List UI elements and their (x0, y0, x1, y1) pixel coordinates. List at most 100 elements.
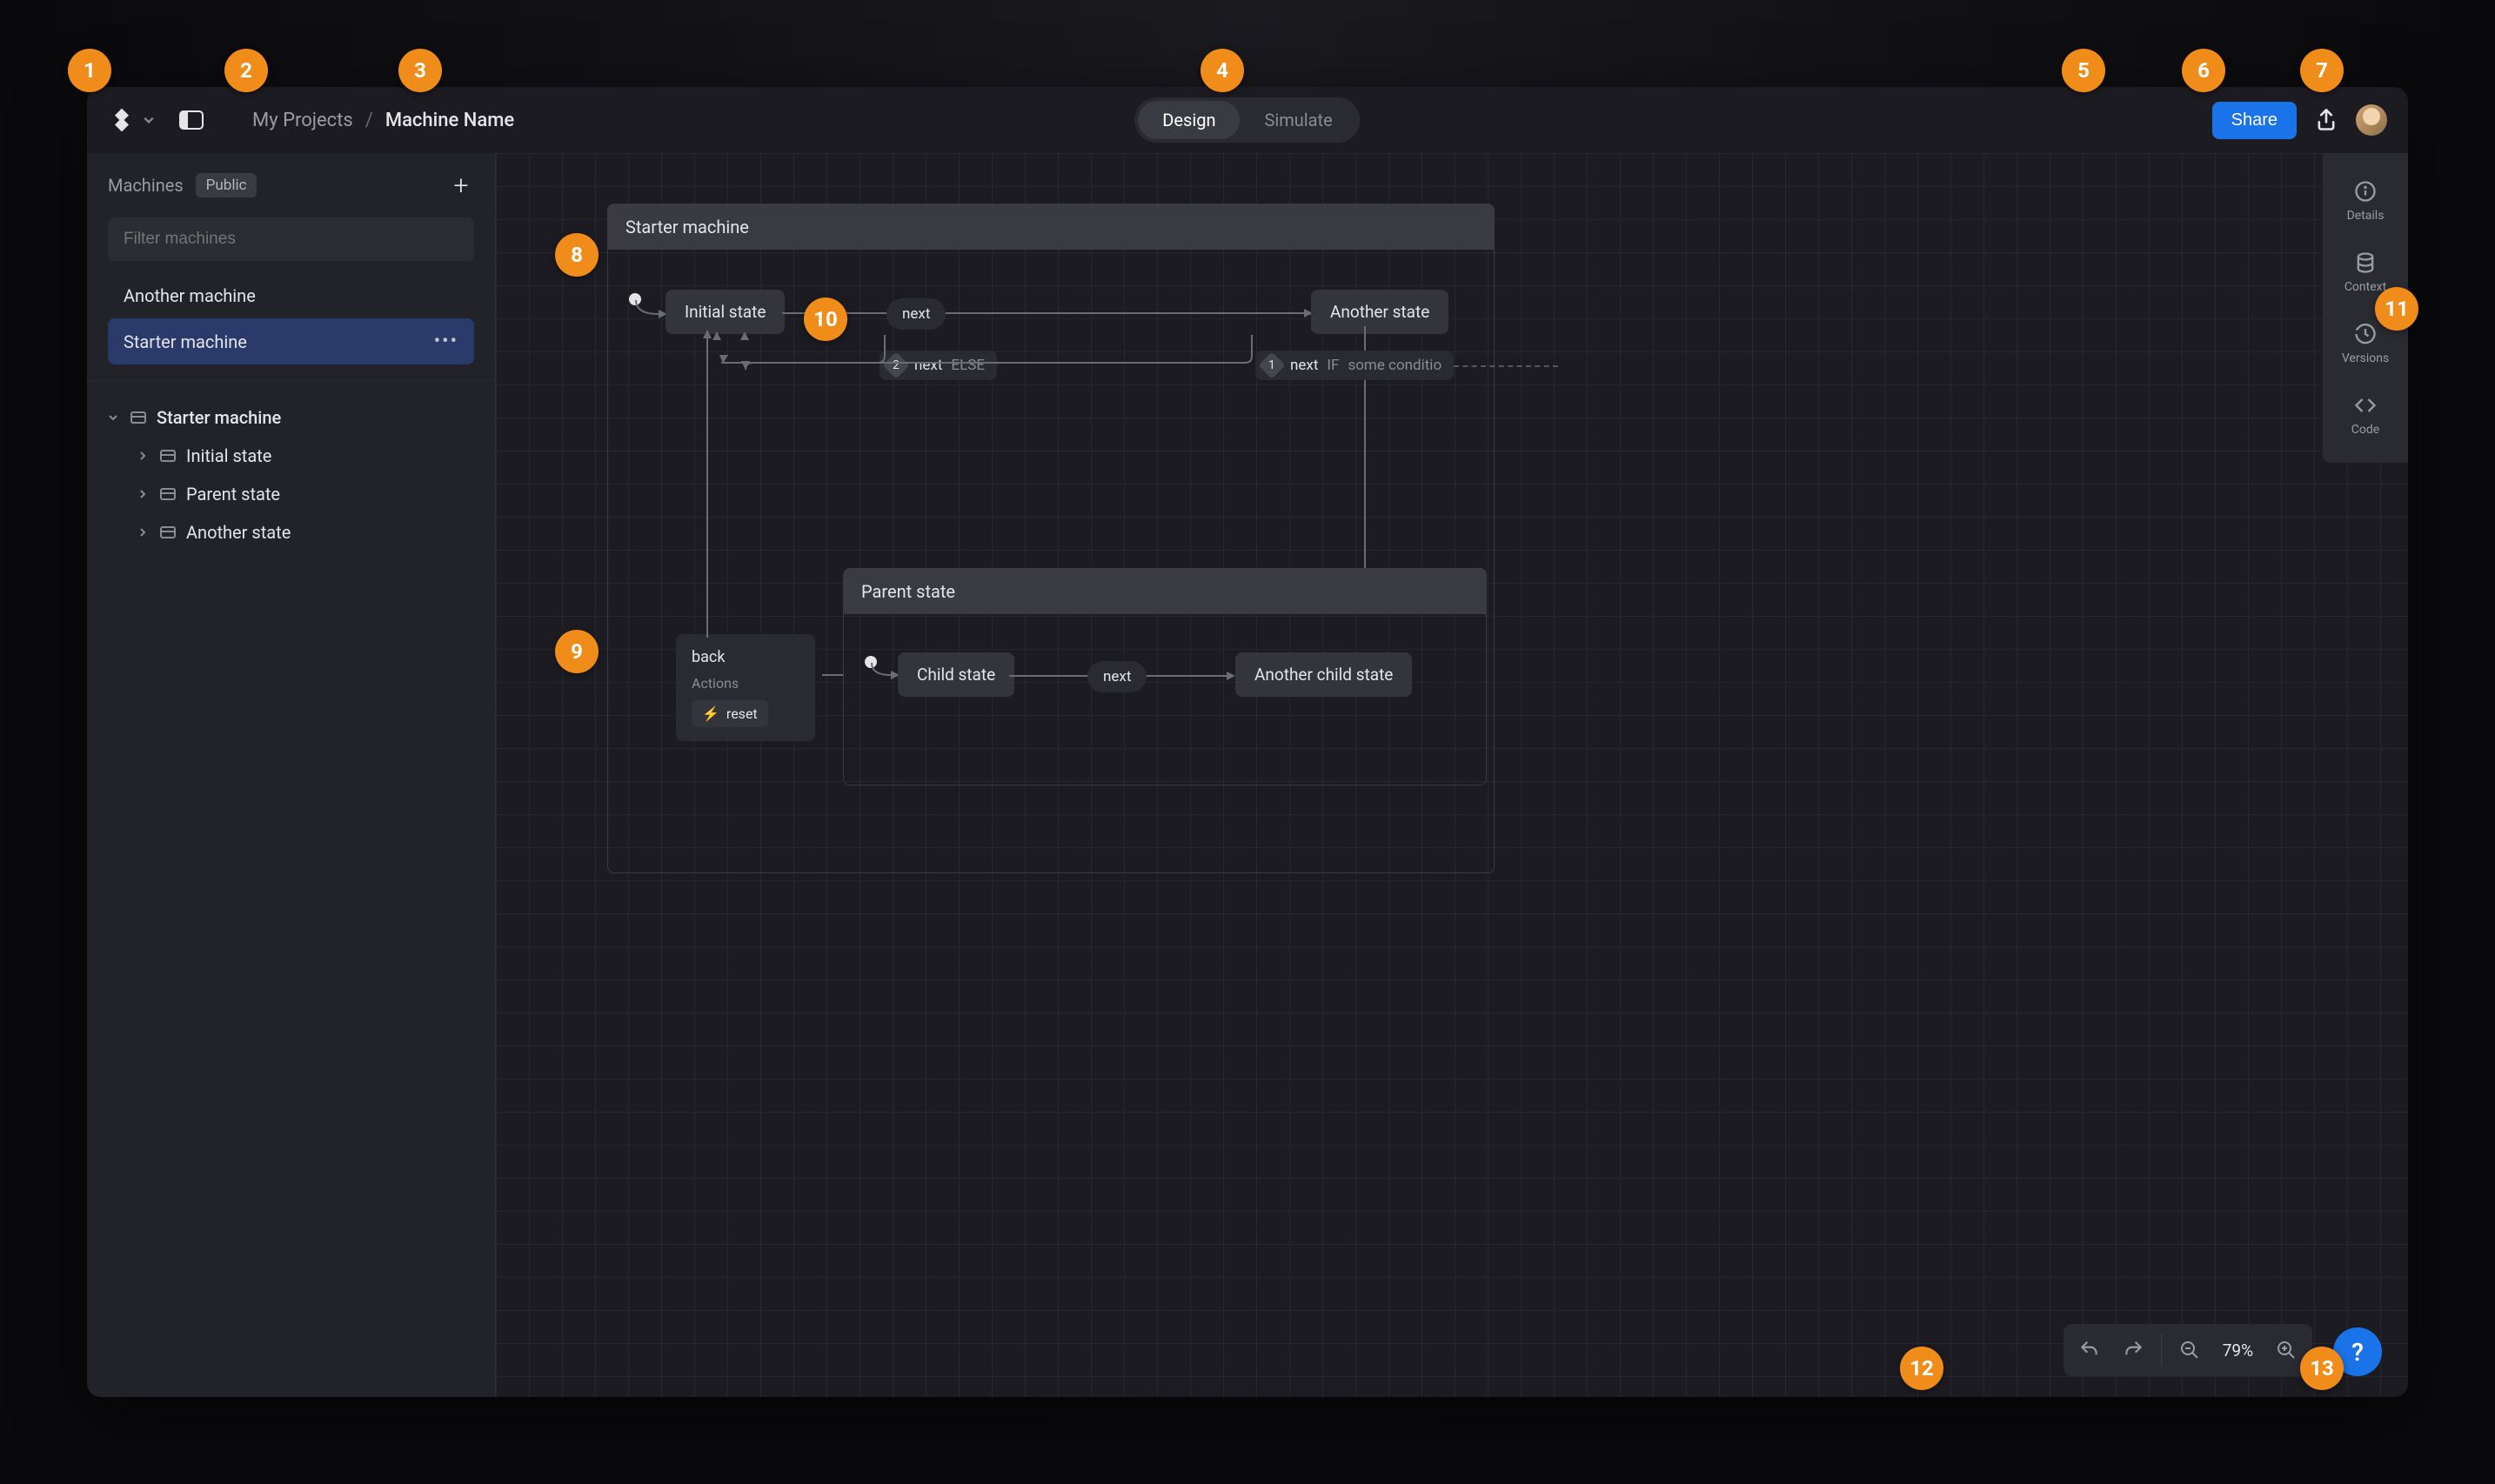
machine-item-menu-icon[interactable]: ••• (434, 331, 458, 352)
tab-design[interactable]: Design (1138, 101, 1240, 139)
rail-details[interactable]: Details (2323, 170, 2408, 231)
app-logo-icon (108, 106, 136, 134)
separator (2161, 1334, 2162, 1366)
machine-item-starter[interactable]: Starter machine ••• (108, 318, 474, 364)
undo-button[interactable] (2070, 1331, 2109, 1369)
callout-7: 7 (2300, 49, 2344, 92)
rail-label: Versions (2342, 351, 2389, 365)
share-button[interactable]: Share (2212, 102, 2297, 139)
transition-next-else[interactable]: 2 next ELSE (880, 351, 997, 380)
callout-5: 5 (2062, 49, 2105, 92)
action-name: reset (726, 705, 758, 722)
breadcrumb-sep: / (365, 110, 373, 131)
rail-label: Details (2347, 209, 2385, 223)
transition-if: IF (1327, 357, 1339, 374)
tree-label: Initial state (186, 445, 271, 466)
sidebar-header: Machines Public + (87, 153, 495, 212)
avatar[interactable] (2356, 104, 2387, 136)
tree-item-initial[interactable]: Initial state (99, 437, 483, 475)
machine-item-label: Another machine (124, 285, 256, 306)
redo-icon (2122, 1339, 2144, 1361)
tree-item-parent[interactable]: Parent state (99, 475, 483, 513)
zoom-in-button[interactable] (2267, 1331, 2305, 1369)
chevron-right-icon (137, 451, 150, 461)
transition-label: back (692, 648, 799, 666)
zoom-level: 79% (2214, 1340, 2262, 1360)
code-icon (2353, 393, 2378, 418)
chevron-right-icon (137, 489, 150, 499)
initial-state-marker-icon (629, 293, 641, 305)
state-another-child[interactable]: Another child state (1235, 652, 1412, 697)
transition-condition: some conditio (1348, 357, 1441, 374)
state-child[interactable]: Child state (898, 652, 1014, 697)
callout-12: 12 (1900, 1347, 1943, 1390)
tree-label: Starter machine (157, 407, 281, 428)
machines-list: Another machine Starter machine ••• (87, 273, 495, 380)
breadcrumb-parent[interactable]: My Projects (252, 110, 353, 131)
callout-11: 11 (2375, 287, 2418, 331)
transition-else: ELSE (951, 357, 985, 374)
callout-13: 13 (2300, 1347, 2344, 1390)
sidebar-title: Machines (108, 175, 184, 196)
machine-item-another[interactable]: Another machine (108, 273, 474, 318)
zoom-out-button[interactable] (2171, 1331, 2209, 1369)
bolt-icon: ⚡ (702, 705, 719, 722)
breadcrumb-current: Machine Name (385, 110, 514, 131)
state-icon (160, 488, 176, 500)
transition-label: next (1290, 357, 1318, 374)
zoom-in-icon (2276, 1340, 2297, 1360)
filter-machines-input[interactable] (108, 217, 474, 261)
visibility-badge: Public (196, 173, 258, 197)
tree-root[interactable]: Starter machine (99, 398, 483, 437)
canvas[interactable]: Starter machine Initial state next Anoth… (496, 153, 2408, 1397)
state-icon (130, 411, 146, 424)
database-icon (2353, 251, 2378, 275)
action-chip-reset[interactable]: ⚡ reset (692, 700, 768, 727)
state-another[interactable]: Another state (1311, 290, 1448, 334)
state-icon (160, 450, 176, 462)
machine-container[interactable]: Starter machine Initial state next Anoth… (607, 204, 1495, 873)
add-machine-button[interactable]: + (448, 172, 474, 198)
sidebar: Machines Public + Another machine Starte… (87, 153, 496, 1397)
history-icon (2353, 322, 2378, 346)
header-right: Share (2212, 102, 2387, 139)
tab-simulate[interactable]: Simulate (1241, 101, 1357, 139)
undo-icon (2078, 1339, 2101, 1361)
sidebar-toggle-icon[interactable] (179, 110, 204, 130)
rail-code[interactable]: Code (2323, 384, 2408, 445)
chevron-down-icon (143, 114, 155, 126)
transition-label: next (914, 357, 942, 374)
parent-state-container[interactable]: Parent state Child state next Another ch… (843, 568, 1487, 785)
priority-badge: 1 (1258, 351, 1285, 378)
transition-back-box[interactable]: back Actions ⚡ reset (676, 634, 815, 741)
tree-label: Parent state (186, 484, 280, 505)
callout-3: 3 (398, 49, 442, 92)
parent-state-title[interactable]: Parent state (844, 569, 1486, 614)
info-icon (2353, 179, 2378, 204)
mode-tabs: Design Simulate (1134, 97, 1360, 143)
breadcrumb: My Projects / Machine Name (252, 110, 514, 131)
callout-9: 9 (555, 630, 599, 673)
transition-next-if[interactable]: 1 next IF some conditio (1255, 351, 1454, 380)
actions-label: Actions (692, 675, 799, 692)
callout-4: 4 (1201, 49, 1244, 92)
canvas-wrap: Starter machine Initial state next Anoth… (496, 153, 2408, 1397)
state-initial[interactable]: Initial state (666, 290, 785, 334)
initial-state-marker-icon (865, 656, 877, 668)
machine-title[interactable]: Starter machine (608, 204, 1494, 250)
tree-item-another[interactable]: Another state (99, 513, 483, 551)
rail-label: Code (2351, 423, 2379, 437)
state-tree: Starter machine Initial state Parent sta… (87, 381, 495, 569)
priority-badge: 2 (882, 351, 909, 378)
callout-10: 10 (804, 297, 847, 341)
bottom-toolbar: 79% (2064, 1324, 2312, 1376)
callout-8: 8 (555, 233, 599, 277)
transition-next-child[interactable]: next (1087, 661, 1147, 692)
logo-menu[interactable] (108, 106, 155, 134)
redo-button[interactable] (2114, 1331, 2152, 1369)
state-icon (160, 526, 176, 538)
callout-6: 6 (2182, 49, 2225, 92)
transition-next[interactable]: next (886, 298, 946, 330)
chevron-right-icon (137, 527, 150, 538)
export-icon[interactable] (2314, 108, 2338, 132)
